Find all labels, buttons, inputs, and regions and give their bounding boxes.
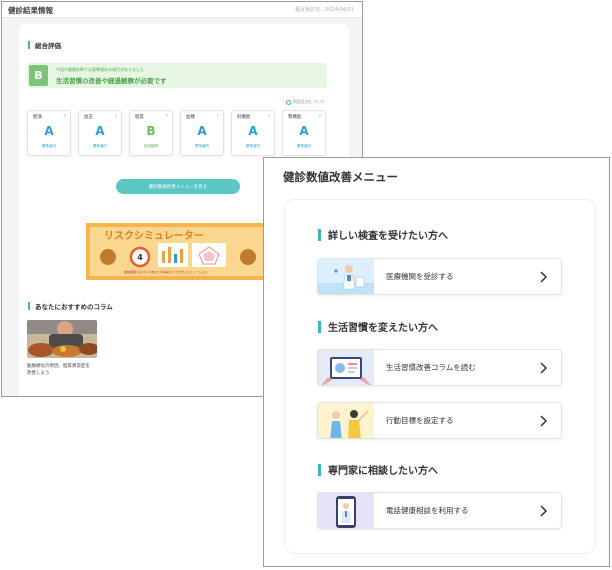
category-status: 基準値内 xyxy=(93,144,107,148)
phone-consult-illustration-icon xyxy=(318,493,374,528)
column-thumbnail[interactable] xyxy=(27,320,97,358)
last-exam-date: 最近受診日：2024/04/01 xyxy=(295,7,354,13)
results-title: 健診結果情報 xyxy=(8,6,53,15)
category-card-liver[interactable]: 肝機能 › A 基準値内 xyxy=(231,110,275,156)
column-caption-line: 改善しよう xyxy=(27,370,50,376)
overall-heading-text: 総合評価 xyxy=(35,42,61,50)
results-header: 健診結果情報 最近受診日：2024/04/01 xyxy=(2,2,362,18)
phone-health-consult-button[interactable]: 電話健康相談を利用する xyxy=(317,492,562,529)
section-heading-text: 専門家に相談したい方へ xyxy=(328,466,438,477)
chevron-right-icon xyxy=(540,505,548,517)
improvement-menu-card: 詳しい検査を受けたい方へ 医療機関を受診する 生活習慣を変えたい方へ 生活習慣改… xyxy=(284,199,596,554)
heading-accent-bar xyxy=(28,41,30,49)
category-status: 経過観察 xyxy=(144,144,158,148)
recommended-column-heading: あなたにおすすめのコラム xyxy=(28,301,113,311)
chevron-right-icon xyxy=(540,362,548,374)
option-label: 電話健康相談を利用する xyxy=(386,506,469,515)
category-name: 肝機能 xyxy=(237,115,251,120)
heading-accent-bar xyxy=(318,463,321,476)
read-lifestyle-column-button[interactable]: 生活習慣改善コラムを読む xyxy=(317,349,562,386)
chevron-right-icon: › xyxy=(166,113,168,119)
overall-grade-badge: B xyxy=(29,65,48,86)
category-card-kidney[interactable]: 腎機能 › A 基準値内 xyxy=(282,110,326,156)
risk-simulator-banner[interactable]: リスクシミュレーター 4 健診結果に基づいてあなたの将来のリスクをシミュレーショ… xyxy=(86,223,269,280)
chevron-right-icon xyxy=(540,415,548,427)
improvement-menu-title: 健診数値改善メニュー xyxy=(283,170,398,184)
heading-accent-bar xyxy=(318,320,321,333)
category-name: 肥満 xyxy=(33,115,42,120)
category-status: 基準値内 xyxy=(246,144,260,148)
heading-accent-bar xyxy=(318,228,321,241)
improvement-menu-window: 健診数値改善メニュー 詳しい検査を受けたい方へ 医療機関を受診する 生活習慣を変… xyxy=(263,157,610,567)
section-heading-lifestyle: 生活習慣を変えたい方へ xyxy=(318,319,438,334)
section-heading-expert-consult: 専門家に相談したい方へ xyxy=(318,462,438,477)
column-heading-text: あなたにおすすめのコラム xyxy=(35,303,113,311)
category-status: 基準値内 xyxy=(195,144,209,148)
risk-banner-inner: リスクシミュレーター 4 健診結果に基づいてあなたの将来のリスクをシミュレーショ… xyxy=(90,227,265,276)
chevron-right-icon: › xyxy=(64,113,66,119)
grade-note: 今回の健康診断では基準値外の項目がありました xyxy=(56,67,144,72)
category-grade: A xyxy=(95,124,105,138)
overall-heading: 総合評価 xyxy=(28,40,61,50)
category-grade: A xyxy=(299,124,309,138)
judgement-info-text: 判定区分について xyxy=(293,99,325,104)
option-label: 医療機関を受診する xyxy=(386,272,454,281)
option-label: 行動目標を設定する xyxy=(386,416,454,425)
category-card-lipid[interactable]: 脂質 › B 経過観察 xyxy=(129,110,173,156)
category-name: 腎機能 xyxy=(288,115,302,120)
category-name: 血圧 xyxy=(84,115,93,120)
category-grade: B xyxy=(146,124,156,138)
category-grade: A xyxy=(248,124,258,138)
info-icon xyxy=(286,99,291,105)
goal-setting-illustration-icon xyxy=(318,403,374,438)
category-status: 基準値内 xyxy=(42,144,56,148)
heading-accent-bar xyxy=(28,302,30,310)
overall-grade-banner: B 今回の健康診断では基準値外の項目がありました 生活習慣の改善や経過観察が必要… xyxy=(27,63,327,88)
section-heading-text: 生活習慣を変えたい方へ xyxy=(328,323,438,334)
column-caption[interactable]: 動脈硬化の原因、脂質異常症を 改善しよう xyxy=(27,364,117,378)
category-card-blood-sugar[interactable]: 血糖 › A 基準値内 xyxy=(180,110,224,156)
chevron-right-icon: › xyxy=(319,113,321,119)
chevron-right-icon xyxy=(540,271,548,283)
category-card-blood-pressure[interactable]: 血圧 › A 基準値内 xyxy=(78,110,122,156)
category-status: 基準値内 xyxy=(297,144,311,148)
category-grade: A xyxy=(44,124,54,138)
column-caption-line: 動脈硬化の原因、脂質異常症を xyxy=(27,364,90,369)
risk-banner-note: 健診結果に基づいてあなたの将来のリスクをシミュレーション xyxy=(124,270,208,274)
category-name: 血糖 xyxy=(186,115,195,120)
risk-gauge-value: 4 xyxy=(137,253,143,262)
chevron-right-icon: › xyxy=(268,113,270,119)
chevron-right-icon: › xyxy=(217,113,219,119)
section-heading-text: 詳しい検査を受けたい方へ xyxy=(328,231,448,242)
doctor-illustration-icon xyxy=(318,259,374,294)
set-action-goal-button[interactable]: 行動目標を設定する xyxy=(317,402,562,439)
chevron-right-icon: › xyxy=(115,113,117,119)
judgement-info-link[interactable]: 判定区分について xyxy=(286,99,325,105)
grade-message: 生活習慣の改善や経過観察が必要です xyxy=(56,77,167,85)
section-heading-detailed-exam: 詳しい検査を受けたい方へ xyxy=(318,227,448,242)
category-name: 脂質 xyxy=(135,115,144,120)
tablet-reading-illustration-icon xyxy=(318,350,374,385)
visit-medical-institution-button[interactable]: 医療機関を受診する xyxy=(317,258,562,295)
category-grade: A xyxy=(197,124,207,138)
view-improvement-menu-button[interactable]: 健診数値改善メニューを見る xyxy=(116,179,240,194)
option-label: 生活習慣改善コラムを読む xyxy=(386,363,476,372)
food-photo-illustration xyxy=(27,320,97,358)
category-card-obesity[interactable]: 肥満 › A 基準値内 xyxy=(27,110,71,156)
risk-banner-illustration: 4 xyxy=(100,243,256,268)
